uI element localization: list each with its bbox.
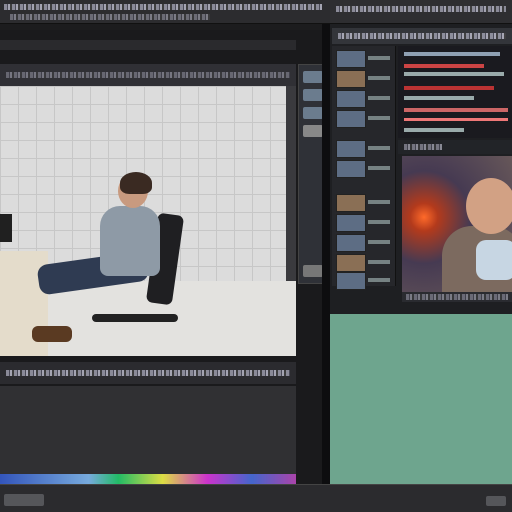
color-track[interactable]: [0, 474, 296, 484]
preview-caption-glyphs: [406, 294, 508, 300]
property-row[interactable]: [404, 86, 494, 90]
thumbnail[interactable]: [336, 194, 366, 212]
caption-bar: [0, 362, 296, 384]
tool-button[interactable]: [303, 71, 323, 83]
thumbnail-label: [368, 220, 390, 224]
property-row[interactable]: [404, 128, 464, 132]
preview-caption: [402, 292, 512, 302]
thumbnail-label: [368, 240, 390, 244]
thumbnail[interactable]: [336, 160, 366, 178]
thumbnail[interactable]: [336, 110, 366, 128]
viewer-header-strip: [0, 64, 296, 86]
properties-panel: [398, 46, 512, 138]
status-button[interactable]: [4, 494, 44, 506]
monitor: [0, 214, 12, 242]
preview-image[interactable]: [402, 156, 512, 292]
thumbnail-label: [368, 146, 390, 150]
person-shoes: [32, 326, 72, 342]
preview-header-glyphs: [404, 144, 442, 150]
thumbnail-label: [368, 278, 390, 282]
thumbnail[interactable]: [336, 140, 366, 158]
thumbnail-label: [368, 166, 390, 170]
tool-button[interactable]: [303, 89, 323, 101]
title-bar-right: [330, 0, 512, 24]
tool-button[interactable]: [303, 265, 323, 277]
caption-glyphs: [6, 370, 290, 376]
thumbnail-label: [368, 260, 390, 264]
thumbnail[interactable]: [336, 90, 366, 108]
property-row[interactable]: [404, 52, 500, 56]
viewer-header-glyphs: [6, 72, 290, 78]
thumbnail[interactable]: [336, 254, 366, 272]
person-body: [100, 206, 160, 276]
thumbnail-label: [368, 76, 390, 80]
right-toolbar-glyphs: [338, 33, 506, 39]
property-row[interactable]: [404, 72, 504, 76]
tool-button[interactable]: [303, 107, 323, 119]
thumbnail[interactable]: [336, 70, 366, 88]
property-row[interactable]: [404, 118, 508, 121]
thumbnail[interactable]: [336, 234, 366, 252]
thumbnail[interactable]: [336, 214, 366, 232]
property-row[interactable]: [404, 64, 484, 68]
frame-edge: [286, 86, 296, 286]
preview-figure-sleeve: [476, 240, 512, 280]
chair-base: [92, 314, 178, 322]
right-panel-toolbar[interactable]: [332, 28, 512, 44]
thumbnail-label: [368, 56, 390, 60]
thumbnail-label: [368, 96, 390, 100]
property-row[interactable]: [404, 96, 474, 100]
title-right-glyphs: [336, 6, 506, 12]
timeline-panel[interactable]: [0, 386, 296, 474]
thumbnail[interactable]: [336, 50, 366, 68]
canvas-area[interactable]: [330, 314, 512, 484]
video-frame[interactable]: [0, 86, 296, 356]
title-bar-left: [0, 0, 330, 24]
thumbnail[interactable]: [336, 272, 366, 290]
thumbnail-list: [332, 46, 396, 290]
status-indicator: [486, 496, 506, 506]
viewer-toolbar[interactable]: [0, 40, 296, 50]
property-row[interactable]: [404, 108, 508, 112]
title-subtext-glyphs: [10, 14, 210, 20]
thumbnail-label: [368, 116, 390, 120]
tool-button[interactable]: [303, 125, 323, 137]
status-bar: [0, 484, 512, 512]
title-text-glyphs: [4, 4, 322, 10]
thumbnail-label: [368, 200, 390, 204]
preview-header: [398, 140, 512, 154]
person-hair: [120, 172, 152, 194]
preview-figure-face: [466, 178, 512, 234]
